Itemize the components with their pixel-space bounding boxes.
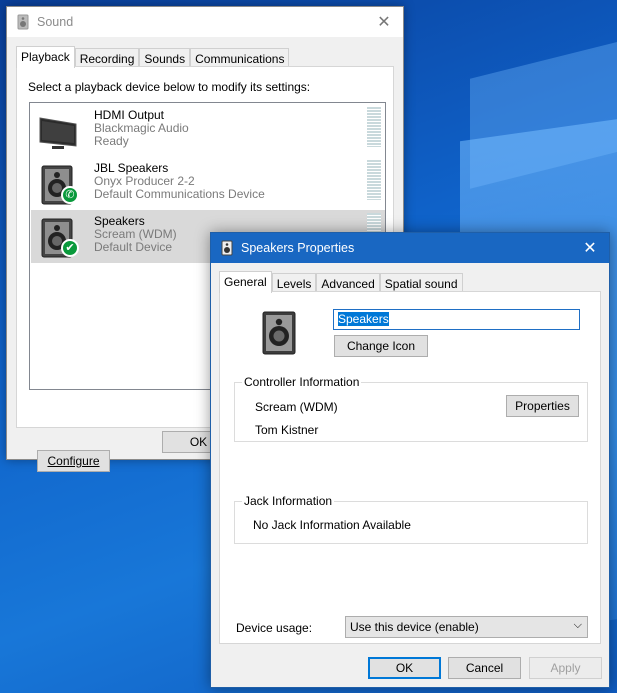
change-icon-button[interactable]: Change Icon bbox=[334, 335, 428, 357]
jack-information-legend: Jack Information bbox=[242, 494, 335, 508]
sound-tabs: Playback Recording Sounds Communications bbox=[16, 46, 290, 68]
device-item-jbl-speakers[interactable]: ✆ JBL Speakers Onyx Producer 2-2 Default… bbox=[31, 157, 385, 210]
tab-levels[interactable]: Levels bbox=[271, 273, 317, 292]
jack-information-group: Jack Information No Jack Information Ava… bbox=[234, 494, 588, 544]
device-name-input[interactable]: Speakers bbox=[333, 309, 580, 330]
device-usage-select[interactable]: Use this device (enable) ⌵ bbox=[345, 616, 588, 638]
tab-playback[interactable]: Playback bbox=[16, 46, 75, 68]
controller-manufacturer: Tom Kistner bbox=[255, 423, 319, 437]
controller-properties-button[interactable]: Properties bbox=[506, 395, 579, 417]
props-titlebar[interactable]: Speakers Properties ✕ bbox=[211, 233, 609, 263]
device-usage-label: Device usage: bbox=[236, 621, 313, 635]
cancel-button[interactable]: Cancel bbox=[448, 657, 521, 679]
tab-advanced[interactable]: Advanced bbox=[316, 273, 380, 292]
sound-window-title: Sound bbox=[37, 15, 74, 29]
controller-name: Scream (WDM) bbox=[255, 400, 338, 414]
tab-recording[interactable]: Recording bbox=[74, 48, 140, 67]
level-meter bbox=[367, 160, 381, 200]
speaker-icon bbox=[262, 311, 296, 355]
monitor-icon bbox=[39, 117, 77, 149]
sound-titlebar[interactable]: Sound ✕ bbox=[7, 7, 403, 37]
device-status: Default Device bbox=[94, 240, 173, 254]
sound-app-icon bbox=[17, 14, 29, 30]
configure-button[interactable]: Configure bbox=[37, 450, 110, 472]
speakers-properties-window: Speakers Properties ✕ General Levels Adv… bbox=[210, 232, 610, 688]
props-close-icon[interactable]: ✕ bbox=[571, 233, 609, 263]
controller-information-group: Controller Information Scream (WDM) Tom … bbox=[234, 375, 588, 442]
level-meter bbox=[367, 107, 381, 147]
phone-icon: ✆ bbox=[61, 186, 79, 204]
device-status: Default Communications Device bbox=[94, 187, 265, 201]
props-window-title: Speakers Properties bbox=[241, 241, 355, 255]
tab-general[interactable]: General bbox=[219, 271, 272, 293]
device-usage-value: Use this device (enable) bbox=[350, 620, 479, 634]
check-icon: ✔ bbox=[61, 239, 79, 257]
jack-information-text: No Jack Information Available bbox=[253, 518, 411, 532]
tab-sounds[interactable]: Sounds bbox=[139, 48, 191, 67]
device-item-hdmi-output[interactable]: HDMI Output Blackmagic Audio Ready bbox=[31, 104, 385, 157]
props-tabs: General Levels Advanced Spatial sound bbox=[219, 271, 463, 293]
tab-spatial-sound[interactable]: Spatial sound bbox=[379, 273, 463, 292]
ok-button[interactable]: OK bbox=[368, 657, 441, 679]
playback-instruction: Select a playback device below to modify… bbox=[28, 80, 311, 94]
device-name-text: Speakers bbox=[338, 312, 389, 326]
speaker-app-icon bbox=[221, 240, 233, 256]
chevron-down-icon: ⌵ bbox=[573, 619, 582, 631]
general-panel: Speakers Change Icon Controller Informat… bbox=[219, 291, 601, 644]
controller-information-legend: Controller Information bbox=[242, 375, 362, 389]
sound-close-icon[interactable]: ✕ bbox=[365, 7, 403, 37]
device-status: Ready bbox=[94, 134, 129, 148]
tab-communications[interactable]: Communications bbox=[190, 48, 290, 67]
apply-button[interactable]: Apply bbox=[529, 657, 602, 679]
